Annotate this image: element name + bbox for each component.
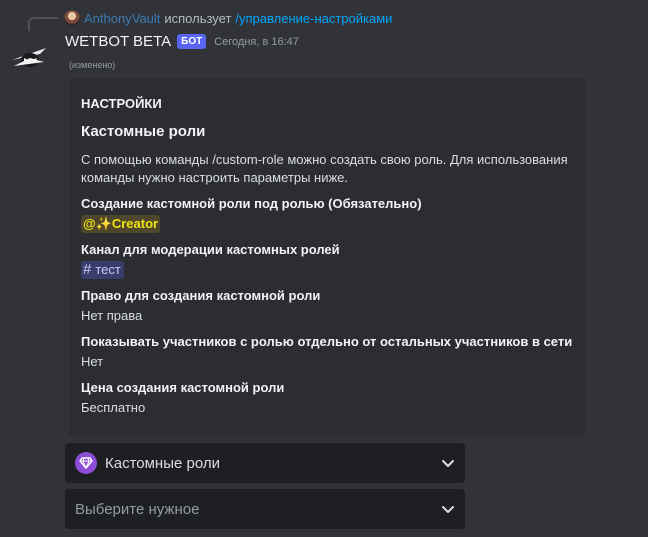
message-header: WETBOT BETA БОТ Сегодня, в 16:47 bbox=[65, 33, 299, 50]
hash-icon: # bbox=[83, 261, 92, 278]
bot-username[interactable]: WETBOT BETA bbox=[65, 33, 171, 50]
message-timestamp: Сегодня, в 16:47 bbox=[214, 35, 299, 48]
role-mention[interactable]: @✨Creator bbox=[81, 215, 161, 233]
reply-connector bbox=[28, 17, 58, 31]
channel-mention-label: тест bbox=[95, 262, 121, 277]
select-placeholder: Выберите нужное bbox=[75, 500, 200, 518]
field-value: # тест bbox=[81, 261, 573, 279]
chevron-down-icon bbox=[442, 506, 454, 513]
bot-badge: БОТ bbox=[177, 34, 207, 49]
option-select[interactable]: Выберите нужное bbox=[65, 489, 465, 529]
field-name: Создание кастомной роли под ролью (Обяза… bbox=[81, 196, 422, 211]
field-name: Показывать участников с ролью отдельно о… bbox=[81, 334, 573, 349]
field-name: Право для создания кастомной роли bbox=[81, 288, 321, 303]
embed-author: НАСТРОЙКИ bbox=[81, 96, 162, 111]
field-name: Цена создания кастомной роли bbox=[81, 380, 285, 395]
chevron-down-icon bbox=[442, 460, 454, 467]
channel-mention[interactable]: # тест bbox=[81, 261, 124, 279]
reply-reference[interactable]: AnthonyVault использует /управление-наст… bbox=[64, 9, 392, 27]
gem-icon bbox=[75, 452, 97, 474]
replied-username[interactable]: AnthonyVault bbox=[84, 11, 160, 26]
replied-user-avatar[interactable] bbox=[64, 10, 80, 26]
embed-title: Кастомные роли bbox=[81, 123, 206, 140]
field-value: Нет права bbox=[81, 308, 143, 323]
edited-label: (изменено) bbox=[69, 60, 116, 70]
select-label: Кастомные роли bbox=[105, 454, 220, 472]
settings-embed: НАСТРОЙКИ Кастомные роли С помощью коман… bbox=[69, 78, 585, 437]
chat-message: AnthonyVault использует /управление-наст… bbox=[0, 0, 648, 537]
field-value: Бесплатно bbox=[81, 400, 146, 415]
reply-action-text: использует bbox=[164, 10, 232, 26]
slash-command-link[interactable]: /управление-настройками bbox=[235, 11, 392, 26]
field-name: Канал для модерации кастомных ролей bbox=[81, 242, 340, 257]
category-select[interactable]: Кастомные роли bbox=[65, 443, 465, 483]
embed-description: С помощью команды /custom-role можно соз… bbox=[81, 152, 568, 185]
bot-avatar-icon bbox=[12, 48, 46, 67]
field-value: @✨Creator bbox=[81, 215, 573, 233]
bot-avatar[interactable] bbox=[10, 38, 50, 78]
field-value: Нет bbox=[81, 354, 104, 369]
